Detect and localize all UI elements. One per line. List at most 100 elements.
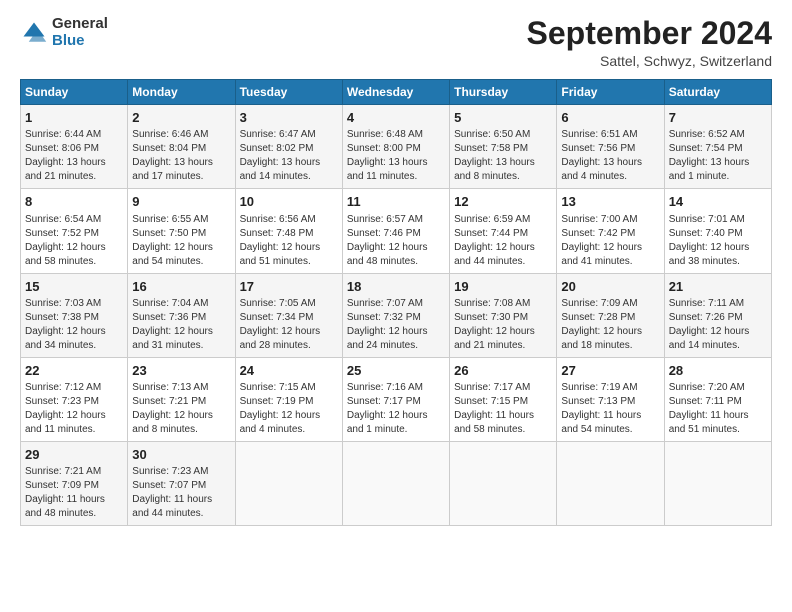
day-info-line: Sunset: 7:28 PM	[561, 311, 659, 325]
day-info-line: Sunset: 7:34 PM	[240, 311, 338, 325]
day-info-line: and 51 minutes.	[669, 423, 767, 437]
day-info-line: Sunrise: 7:16 AM	[347, 381, 445, 395]
day-info-line: Daylight: 11 hours	[454, 409, 552, 423]
day-info-line: Sunset: 7:15 PM	[454, 395, 552, 409]
day-info-line: and 54 minutes.	[561, 423, 659, 437]
day-info-line: Sunset: 7:32 PM	[347, 311, 445, 325]
logo-text: General Blue	[52, 16, 108, 49]
day-info-line: Daylight: 11 hours	[132, 493, 230, 507]
day-info-line: Sunrise: 7:15 AM	[240, 381, 338, 395]
day-info-line: and 8 minutes.	[454, 170, 552, 184]
calendar-body: 1Sunrise: 6:44 AMSunset: 8:06 PM Daylight…	[21, 105, 772, 526]
day-info-line: and 24 minutes.	[347, 339, 445, 353]
day-info-line: Daylight: 12 hours	[25, 241, 123, 255]
day-info-line: and 31 minutes.	[132, 339, 230, 353]
day-info-line: and 54 minutes.	[132, 255, 230, 269]
day-info-line: Daylight: 11 hours	[561, 409, 659, 423]
day-info-line: Sunset: 7:26 PM	[669, 311, 767, 325]
day-info-line: Sunrise: 7:19 AM	[561, 381, 659, 395]
day-info-line: Daylight: 12 hours	[240, 241, 338, 255]
column-header-thursday: Thursday	[450, 80, 557, 105]
day-number: 27	[561, 362, 659, 380]
day-number: 18	[347, 278, 445, 296]
column-header-sunday: Sunday	[21, 80, 128, 105]
calendar-cell: 6Sunrise: 6:51 AMSunset: 7:56 PMDaylight…	[557, 105, 664, 189]
day-info-line: Sunrise: 6:46 AM	[132, 128, 230, 142]
day-number: 28	[669, 362, 767, 380]
day-info-line: and 1 minute.	[347, 423, 445, 437]
day-info-line: and 38 minutes.	[669, 255, 767, 269]
day-info-line: and 58 minutes.	[25, 255, 123, 269]
calendar-cell: 24Sunrise: 7:15 AMSunset: 7:19 PMDayligh…	[235, 357, 342, 441]
day-info-line: Daylight: 12 hours	[25, 325, 123, 339]
day-info-line: Sunrise: 6:52 AM	[669, 128, 767, 142]
calendar-week-row: 8Sunrise: 6:54 AMSunset: 7:52 PMDaylight…	[21, 189, 772, 273]
day-number: 19	[454, 278, 552, 296]
day-info-line: Daylight: 12 hours	[132, 241, 230, 255]
day-info-line: Daylight: 13 hours	[561, 156, 659, 170]
day-info-line: Daylight: 12 hours	[454, 241, 552, 255]
day-info-line: Sunset: 8:02 PM	[240, 142, 338, 156]
day-info-line: and 11 minutes.	[25, 423, 123, 437]
day-number: 29	[25, 446, 123, 464]
calendar-cell: 18Sunrise: 7:07 AMSunset: 7:32 PMDayligh…	[342, 273, 449, 357]
day-info-line: Sunrise: 6:44 AM	[25, 128, 123, 142]
day-info-line: Sunrise: 6:51 AM	[561, 128, 659, 142]
calendar-week-row: 15Sunrise: 7:03 AMSunset: 7:38 PMDayligh…	[21, 273, 772, 357]
day-info-line: and 44 minutes.	[454, 255, 552, 269]
day-info-line: and 58 minutes.	[454, 423, 552, 437]
day-info-line: Daylight: 11 hours	[25, 493, 123, 507]
day-info-line: Sunset: 8:04 PM	[132, 142, 230, 156]
day-info-line: Sunset: 7:46 PM	[347, 227, 445, 241]
calendar-week-row: 1Sunrise: 6:44 AMSunset: 8:06 PM Daylight…	[21, 105, 772, 189]
day-info-line: Daylight: 12 hours	[347, 409, 445, 423]
day-info-line: and 41 minutes.	[561, 255, 659, 269]
day-number: 10	[240, 193, 338, 211]
calendar-cell: 29Sunrise: 7:21 AMSunset: 7:09 PMDayligh…	[21, 441, 128, 525]
day-info-line: Sunrise: 7:03 AM	[25, 297, 123, 311]
calendar-cell: 25Sunrise: 7:16 AMSunset: 7:17 PMDayligh…	[342, 357, 449, 441]
day-info-line: Sunrise: 7:21 AM	[25, 465, 123, 479]
day-number: 26	[454, 362, 552, 380]
calendar-cell	[235, 441, 342, 525]
day-info-line: Sunset: 7:40 PM	[669, 227, 767, 241]
day-info-line: and 4 minutes.	[240, 423, 338, 437]
day-info-line: Sunrise: 6:50 AM	[454, 128, 552, 142]
calendar-cell: 10Sunrise: 6:56 AMSunset: 7:48 PMDayligh…	[235, 189, 342, 273]
day-info-line: and 21 minutes.	[454, 339, 552, 353]
day-number: 25	[347, 362, 445, 380]
day-info-line: Sunrise: 6:48 AM	[347, 128, 445, 142]
day-number: 3	[240, 109, 338, 127]
day-number: 12	[454, 193, 552, 211]
day-info-line: Sunset: 7:54 PM	[669, 142, 767, 156]
calendar-cell: 19Sunrise: 7:08 AMSunset: 7:30 PMDayligh…	[450, 273, 557, 357]
calendar-cell: 17Sunrise: 7:05 AMSunset: 7:34 PMDayligh…	[235, 273, 342, 357]
calendar-cell	[557, 441, 664, 525]
day-info-line: and 48 minutes.	[25, 507, 123, 521]
day-number: 5	[454, 109, 552, 127]
day-info-line: Sunset: 7:21 PM	[132, 395, 230, 409]
day-number: 1	[25, 109, 123, 127]
calendar-cell: 12Sunrise: 6:59 AMSunset: 7:44 PMDayligh…	[450, 189, 557, 273]
day-number: 21	[669, 278, 767, 296]
day-info-line: Sunrise: 7:20 AM	[669, 381, 767, 395]
day-info-line: and 18 minutes.	[561, 339, 659, 353]
calendar-week-row: 29Sunrise: 7:21 AMSunset: 7:09 PMDayligh…	[21, 441, 772, 525]
day-number: 22	[25, 362, 123, 380]
day-info-line: Sunrise: 7:04 AM	[132, 297, 230, 311]
day-info-line: Sunrise: 7:23 AM	[132, 465, 230, 479]
logo-blue: Blue	[52, 33, 108, 50]
day-number: 13	[561, 193, 659, 211]
day-info-line: Daylight: 12 hours	[561, 241, 659, 255]
day-info-line: Sunset: 7:23 PM	[25, 395, 123, 409]
day-number: 11	[347, 193, 445, 211]
day-info-line: Daylight: 11 hours	[669, 409, 767, 423]
day-number: 4	[347, 109, 445, 127]
day-info-line: Sunrise: 6:55 AM	[132, 213, 230, 227]
day-info-line: Sunset: 7:42 PM	[561, 227, 659, 241]
day-info-line: Daylight: 13 hours	[240, 156, 338, 170]
day-info-line: Sunset: 8:06 PM	[25, 142, 123, 156]
day-info-line: Daylight: 12 hours	[25, 409, 123, 423]
day-info-line: Sunset: 7:19 PM	[240, 395, 338, 409]
day-info-line: and 1 minute.	[669, 170, 767, 184]
